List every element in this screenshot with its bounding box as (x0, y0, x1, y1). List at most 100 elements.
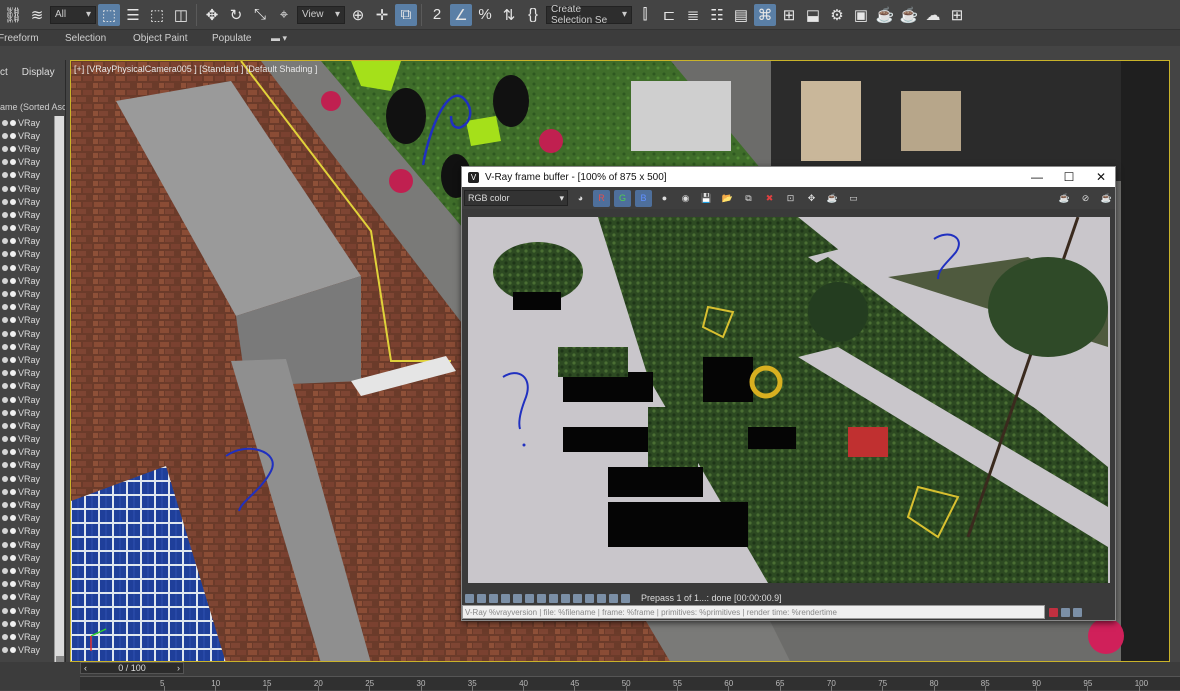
visibility-eye-icon[interactable] (2, 172, 8, 179)
visibility-eye-icon[interactable] (2, 607, 8, 614)
render-toggle-icon[interactable] (10, 515, 16, 522)
list-item[interactable]: VRay (0, 169, 54, 182)
reference-coordinate-dropdown[interactable]: View ▾ (297, 5, 345, 24)
interactive-render-icon[interactable]: ☕ (1098, 190, 1115, 207)
close-icon[interactable]: ✕ (1086, 169, 1116, 185)
render-toggle-icon[interactable] (10, 554, 16, 561)
list-item[interactable]: VRay (0, 630, 54, 643)
list-item[interactable]: VRay (0, 248, 54, 261)
visibility-eye-icon[interactable] (2, 554, 8, 561)
rectangular-selection-icon[interactable]: ⬚ (146, 4, 168, 26)
viewport-label[interactable]: [+] [VRayPhysicalCamera005 ] [Standard ]… (74, 64, 317, 74)
visibility-eye-icon[interactable] (2, 343, 8, 350)
sort-column-header[interactable]: ame (Sorted Ascen (0, 102, 65, 116)
visibility-eye-icon[interactable] (2, 541, 8, 548)
rendered-frame-window-icon[interactable]: ▣ (850, 4, 872, 26)
render-toggle-icon[interactable] (10, 291, 16, 298)
list-item[interactable]: VRay (0, 367, 54, 380)
track-mouse-icon[interactable]: ⊡ (782, 190, 799, 207)
list-item[interactable]: VRay (0, 301, 54, 314)
render-toggle-icon[interactable] (10, 620, 16, 627)
stamp-font-icon[interactable] (1061, 607, 1070, 617)
visibility-eye-icon[interactable] (2, 462, 8, 469)
list-item[interactable]: VRay (0, 406, 54, 419)
render-toggle-icon[interactable] (10, 277, 16, 284)
curve-editor-icon[interactable]: ⌘ (754, 3, 776, 26)
render-in-cloud-icon[interactable]: ☁ (922, 4, 944, 26)
render-toggle-icon[interactable] (10, 159, 16, 166)
visibility-eye-icon[interactable] (2, 409, 8, 416)
background-icon[interactable] (549, 593, 558, 603)
render-toggle-icon[interactable] (10, 251, 16, 258)
render-toggle-icon[interactable] (10, 567, 16, 574)
visibility-eye-icon[interactable] (2, 356, 8, 363)
render-toggle-icon[interactable] (10, 211, 16, 218)
stop-render-icon[interactable]: ⊘ (1077, 190, 1094, 207)
red-channel-icon[interactable]: R (593, 189, 610, 207)
render-toggle-icon[interactable] (10, 449, 16, 456)
tab-select[interactable]: ct (0, 67, 8, 78)
bind-spacewarp-icon[interactable]: ≋ (26, 4, 48, 26)
list-item[interactable]: VRay (0, 459, 54, 472)
percent-snap-icon[interactable]: % (474, 4, 496, 26)
render-iterative-icon[interactable]: ☕ (898, 4, 920, 26)
list-item[interactable]: VRay (0, 156, 54, 169)
visibility-eye-icon[interactable] (2, 436, 8, 443)
link-icon[interactable]: ⛓ (2, 4, 24, 26)
exposure-icon[interactable] (513, 593, 522, 603)
render-toggle-icon[interactable] (10, 172, 16, 179)
list-item[interactable]: VRay (0, 380, 54, 393)
region-render-icon[interactable]: ✥ (803, 190, 820, 207)
toggle-layer-explorer-icon[interactable]: ☷ (706, 4, 728, 26)
list-item[interactable]: VRay (0, 353, 54, 366)
scale-icon[interactable]: ⤡ (249, 4, 271, 26)
render-toggle-icon[interactable] (10, 264, 16, 271)
visibility-eye-icon[interactable] (2, 620, 8, 627)
visibility-eye-icon[interactable] (2, 422, 8, 429)
visibility-eye-icon[interactable] (2, 225, 8, 232)
visibility-eye-icon[interactable] (2, 370, 8, 377)
chevron-right-icon[interactable]: › (177, 663, 180, 673)
visibility-eye-icon[interactable] (2, 277, 8, 284)
render-last-icon[interactable]: ☕ (824, 190, 841, 207)
list-item[interactable]: VRay (0, 419, 54, 432)
render-toggle-icon[interactable] (10, 317, 16, 324)
list-item[interactable]: VRay (0, 525, 54, 538)
list-item[interactable]: VRay (0, 327, 54, 340)
visibility-eye-icon[interactable] (2, 317, 8, 324)
list-item[interactable]: VRay (0, 538, 54, 551)
list-item[interactable]: VRay (0, 591, 54, 604)
toggle-ribbon-icon[interactable]: ▤ (730, 4, 752, 26)
history-icon[interactable] (465, 593, 474, 603)
schematic-view-icon[interactable]: ⊞ (778, 4, 800, 26)
minimize-icon[interactable]: — (1022, 169, 1052, 185)
place-icon[interactable]: ⌖ (273, 4, 295, 26)
visibility-eye-icon[interactable] (2, 567, 8, 574)
ocio-icon[interactable] (561, 593, 570, 603)
visibility-eye-icon[interactable] (2, 475, 8, 482)
render-toggle-icon[interactable] (10, 462, 16, 469)
visibility-eye-icon[interactable] (2, 330, 8, 337)
ribbon-options-icon[interactable]: ▬ ▾ (271, 33, 287, 44)
render-toggle-icon[interactable] (10, 185, 16, 192)
stamp-align-icon[interactable] (1073, 607, 1082, 617)
visibility-eye-icon[interactable] (2, 159, 8, 166)
render-toggle-icon[interactable] (10, 330, 16, 337)
select-object-icon[interactable]: ⬚ (98, 3, 120, 26)
color-correction-icon[interactable]: ◕ (572, 190, 589, 207)
save-image-icon[interactable]: 💾 (698, 190, 715, 207)
render-toggle-icon[interactable] (10, 528, 16, 535)
load-image-icon[interactable]: 📂 (719, 190, 736, 207)
visibility-eye-icon[interactable] (2, 145, 8, 152)
keyboard-shortcut-override-icon[interactable]: ⧉ (395, 3, 417, 26)
move-icon[interactable]: ✥ (201, 4, 223, 26)
edit-named-selection-icon[interactable]: {} (522, 4, 544, 26)
render-toggle-icon[interactable] (10, 607, 16, 614)
icc-icon[interactable] (573, 593, 582, 603)
list-item[interactable]: VRay (0, 182, 54, 195)
list-item[interactable]: VRay (0, 142, 54, 155)
list-item[interactable]: VRay (0, 512, 54, 525)
frame-buffer-titlebar[interactable]: V V-Ray frame buffer - [100% of 875 x 50… (462, 167, 1115, 187)
list-item[interactable]: VRay (0, 195, 54, 208)
render-setup-icon[interactable]: ⚙ (826, 4, 848, 26)
